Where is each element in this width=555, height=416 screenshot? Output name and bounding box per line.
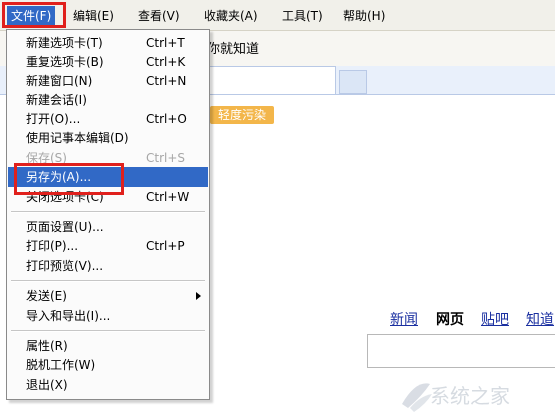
menu-item-work-offline[interactable]: 脱机工作(W) [8,355,208,375]
menu-item-edit-notepad[interactable]: 使用记事本编辑(D) [8,128,208,148]
menu-item-label: 打印(P)... [26,239,79,253]
watermark-text: 系统之家 [430,384,510,408]
link-zhidao[interactable]: 知道 [526,309,554,329]
watermark: 系统之家 [396,372,555,416]
menu-favorites[interactable]: 收藏夹(A) [204,6,258,26]
menu-item-open[interactable]: 打开(O)... Ctrl+O [8,109,208,129]
menu-item-properties[interactable]: 属性(R) [8,336,208,356]
menu-item-send[interactable]: 发送(E) [8,286,208,306]
menu-item-shortcut: Ctrl+N [146,74,187,88]
menu-item-label: 脱机工作(W) [26,358,96,372]
file-menu-dropdown: 新建选项卡(T) Ctrl+T 重复选项卡(B) Ctrl+K 新建窗口(N) … [6,29,210,400]
menu-tools[interactable]: 工具(T) [282,6,323,26]
menu-item-shortcut: Ctrl+P [146,239,185,253]
menu-item-new-window[interactable]: 新建窗口(N) Ctrl+N [8,71,208,91]
menu-item-shortcut: Ctrl+W [146,190,190,204]
pollution-badge: 轻度污染 [210,106,275,124]
menu-item-shortcut: Ctrl+O [146,112,187,126]
menu-item-label: 发送(E) [26,289,67,303]
menu-item-new-session[interactable]: 新建会话(I) [8,90,208,110]
menu-item-label: 导入和导出(I)... [26,309,111,323]
menu-separator [11,280,205,282]
link-web[interactable]: 网页 [436,309,464,329]
submenu-arrow-icon [196,292,201,300]
menu-item-duplicate-tab[interactable]: 重复选项卡(B) Ctrl+K [8,52,208,72]
menu-item-label: 新建会话(I) [26,93,87,107]
menu-item-label: 新建窗口(N) [26,74,93,88]
menu-item-new-tab[interactable]: 新建选项卡(T) Ctrl+T [8,33,208,53]
menu-view[interactable]: 查看(V) [138,6,180,26]
menu-edit[interactable]: 编辑(E) [73,6,114,26]
menu-item-page-setup[interactable]: 页面设置(U)... [8,217,208,237]
menu-bar: 文件(F) 编辑(E) 查看(V) 收藏夹(A) 工具(T) 帮助(H) [0,0,555,31]
menu-item-label: 属性(R) [26,339,68,353]
menu-item-label: 打开(O)... [26,112,81,126]
site-title-text: 你就知道 [207,42,260,57]
file-menu-highlight-box [2,2,66,28]
menu-item-label: 页面设置(U)... [26,220,104,234]
menu-item-shortcut: Ctrl+T [146,36,185,50]
search-input[interactable] [367,334,555,368]
menu-item-label: 退出(X) [26,378,68,392]
link-news[interactable]: 新闻 [390,309,418,329]
menu-item-shortcut: Ctrl+K [146,55,186,69]
menu-item-shortcut: Ctrl+S [146,151,186,165]
menu-item-label: 打印预览(V)... [26,259,104,273]
menu-separator [11,211,205,213]
new-tab-button[interactable] [339,70,367,94]
menu-item-label: 新建选项卡(T) [26,36,103,50]
menu-item-print-preview[interactable]: 打印预览(V)... [8,256,208,276]
menu-item-label: 重复选项卡(B) [26,55,104,69]
menu-item-label: 使用记事本编辑(D) [26,131,129,145]
menu-separator [11,330,205,332]
menu-item-exit[interactable]: 退出(X) [8,375,208,395]
link-tieba[interactable]: 贴吧 [481,309,509,329]
menu-item-print[interactable]: 打印(P)... Ctrl+P [8,236,208,256]
menu-item-import-export[interactable]: 导入和导出(I)... [8,306,208,326]
browser-tab[interactable] [208,66,336,94]
save-as-highlight-box [14,163,124,195]
menu-help[interactable]: 帮助(H) [343,6,385,26]
